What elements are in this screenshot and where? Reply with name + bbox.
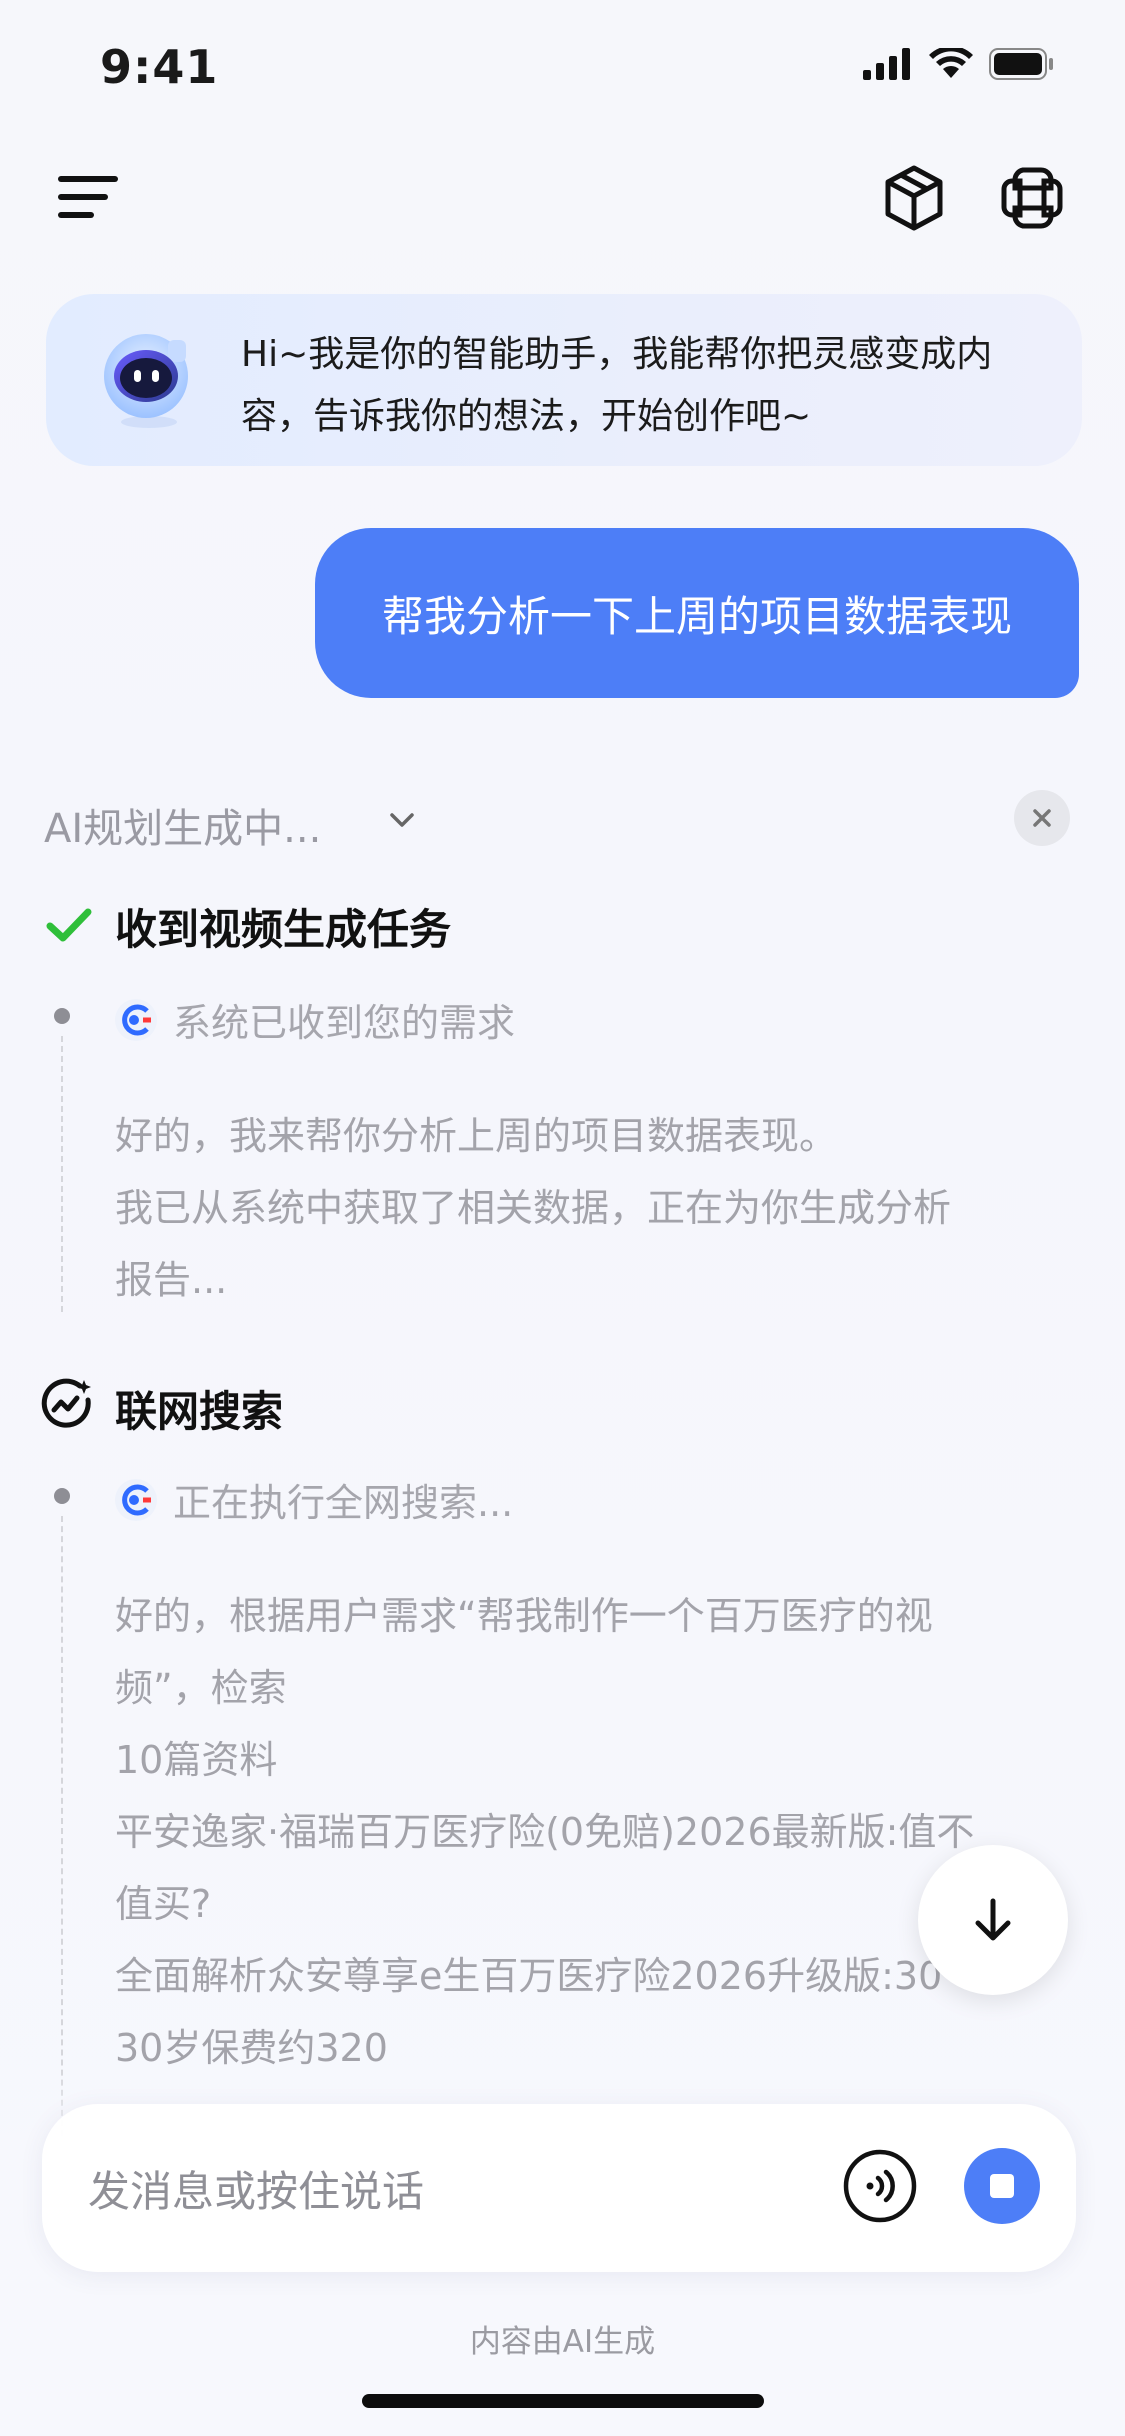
message-input[interactable]: 发消息或按住说话: [88, 2158, 424, 2219]
close-icon: [1033, 809, 1051, 827]
step-body-line: 值买?: [115, 1882, 212, 1926]
planning-row: AI规划生成中...: [44, 790, 1084, 852]
ai-generated-note: 内容由AI生成: [469, 2324, 656, 2360]
cellular-signal-icon: [863, 48, 910, 80]
timeline-dot: [54, 1488, 70, 1504]
planning-status-text: AI规划生成中...: [44, 806, 322, 852]
step-body-line: 报告...: [115, 1258, 228, 1302]
step-body-line: 好的，我来帮你分析上周的项目数据表现。: [115, 1114, 838, 1158]
timeline-line: [61, 1516, 63, 2136]
voice-button[interactable]: [842, 2148, 918, 2224]
user-message-bubble: 帮我分析一下上周的项目数据表现: [315, 528, 1079, 698]
status-time: 9:41: [100, 40, 219, 94]
search-engine-logo-icon: [115, 1478, 157, 1521]
greeting-card: Hi~我是你的智能助手，我能帮你把灵感变成内容，告诉我你的想法，开始创作吧~: [46, 294, 1082, 466]
menu-icon[interactable]: [58, 172, 122, 222]
step-body-line: 频”，检索: [115, 1666, 287, 1710]
step-sub-label: 系统已收到您的需求: [173, 1001, 516, 1045]
step-body-line: 全面解析众安尊享e生百万医疗险2026升级版:30: [115, 1954, 943, 1998]
close-button[interactable]: [1014, 790, 1070, 846]
knot-icon[interactable]: [998, 162, 1066, 234]
step-body-line: 平安逸家·福瑞百万医疗险(0免赔)2026最新版:值不: [115, 1810, 975, 1854]
user-message-text: 帮我分析一下上周的项目数据表现: [381, 591, 1012, 641]
step-body-line: 我已从系统中获取了相关数据，正在为你生成分析: [115, 1186, 952, 1230]
status-bar: 9:41: [0, 0, 1125, 140]
greeting-text: Hi~我是你的智能助手，我能帮你把灵感变成内容，告诉我你的想法，开始创作吧~: [241, 334, 993, 437]
web-search-icon: [41, 1378, 91, 1428]
assistant-avatar-icon: [94, 324, 204, 434]
voice-icon: [843, 2149, 917, 2223]
battery-icon: [989, 48, 1053, 80]
arrow-down-icon: [975, 1898, 1011, 1941]
step-body-line: 好的，根据用户需求“帮我制作一个百万医疗的视: [115, 1594, 933, 1638]
wifi-icon: [929, 48, 973, 78]
stop-generation-button[interactable]: [964, 2148, 1040, 2224]
status-icons: [863, 48, 1055, 80]
step-sub-row: 正在执行全网搜索...: [113, 1472, 513, 1527]
cube-icon[interactable]: [880, 162, 948, 234]
check-icon: [46, 908, 92, 942]
step-sub-row: 系统已收到您的需求: [113, 992, 515, 1047]
search-engine-logo-icon: [115, 998, 157, 1041]
timeline-dot: [54, 1008, 70, 1024]
step-title: 联网搜索: [115, 1387, 284, 1436]
scroll-down-button[interactable]: [918, 1845, 1068, 1995]
top-nav: [0, 150, 1125, 250]
step-sub-label: 正在执行全网搜索...: [173, 1481, 514, 1525]
chevron-down-icon[interactable]: [382, 800, 422, 840]
timeline-line: [61, 1036, 63, 1312]
step-title: 收到视频生成任务: [115, 905, 452, 954]
step-body-line: 10篇资料: [115, 1738, 278, 1782]
home-indicator[interactable]: [362, 2394, 764, 2408]
stop-icon: [990, 2174, 1014, 2198]
message-input-bar[interactable]: 发消息或按住说话: [42, 2104, 1076, 2272]
